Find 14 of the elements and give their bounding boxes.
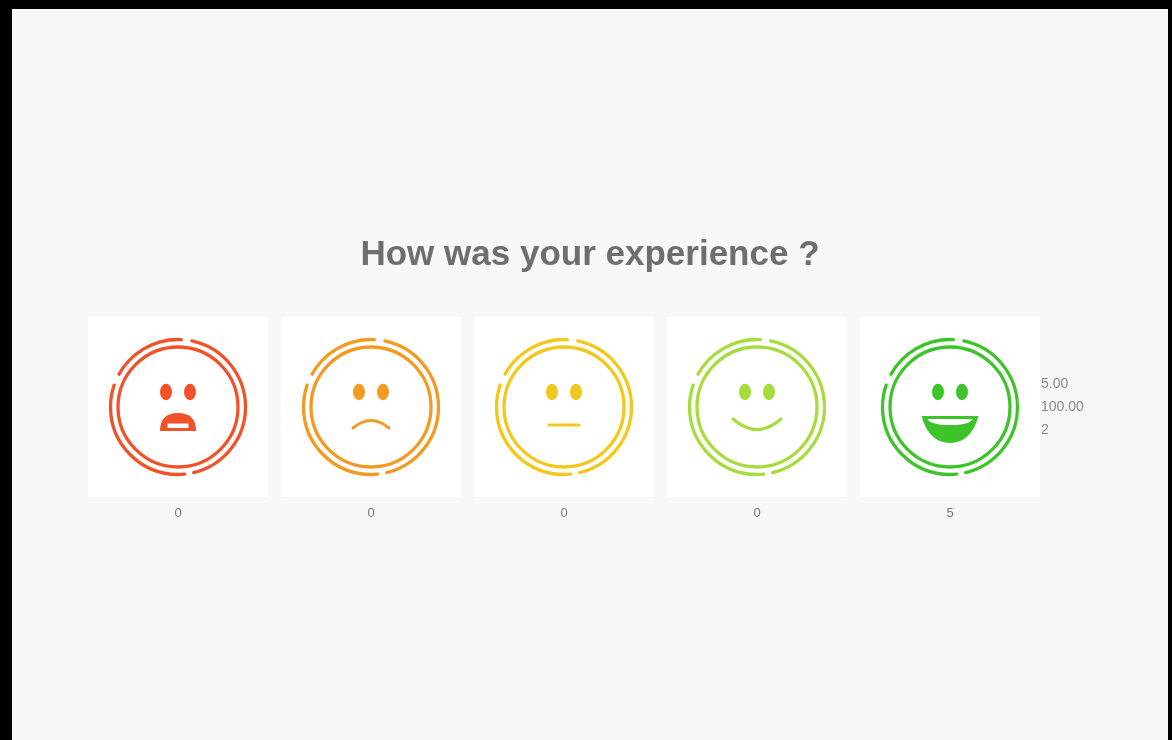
stat-value: 100.00 [1041, 396, 1084, 416]
rating-option[interactable] [860, 316, 1040, 497]
stat-value: 2 [1041, 419, 1050, 439]
rating-count: 0 [174, 503, 182, 522]
rating-count: 0 [753, 503, 761, 522]
stat-value: 5.00 [1041, 373, 1070, 393]
page-title: How was your experience ? [360, 232, 820, 274]
rating-count: 0 [560, 503, 568, 522]
rating-count: 0 [367, 503, 375, 522]
rating-option[interactable] [88, 316, 268, 497]
rating-count: 5 [946, 503, 954, 522]
rating-option[interactable] [281, 316, 461, 497]
rating-option[interactable] [474, 316, 654, 497]
rating-option[interactable] [667, 316, 847, 497]
